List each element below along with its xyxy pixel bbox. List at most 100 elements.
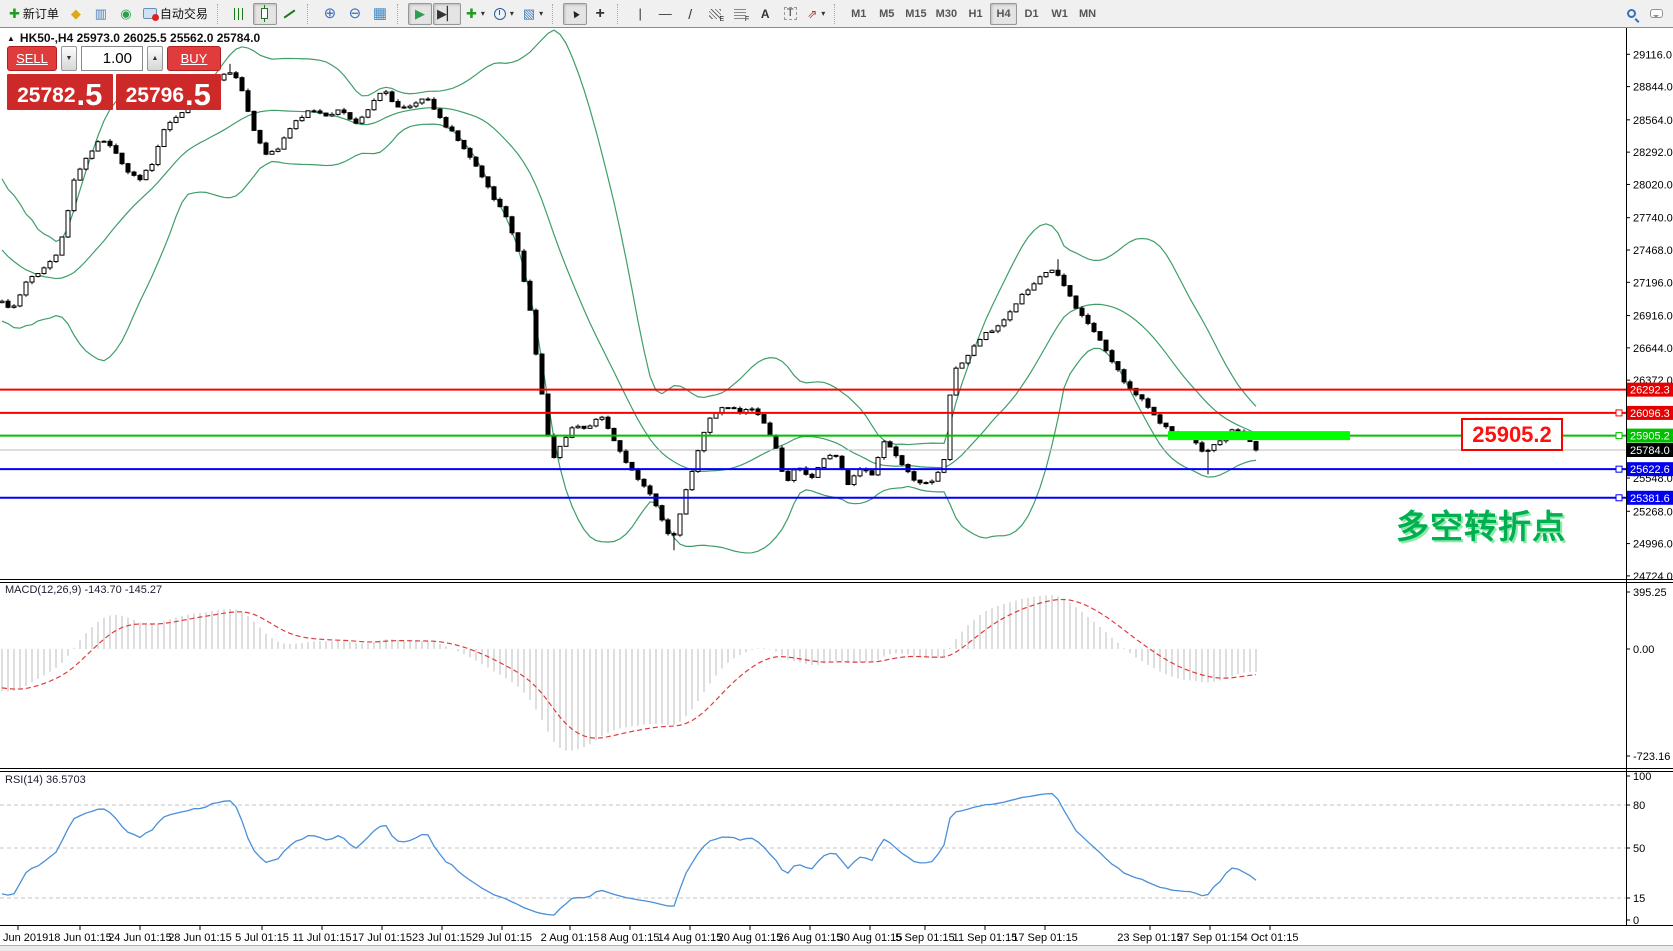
timeframe-button-d1[interactable]: D1 (1018, 3, 1045, 25)
fibonacci-button[interactable] (728, 3, 752, 25)
zoom-out-button[interactable]: ⊖ (343, 3, 367, 25)
line-handle[interactable] (1615, 409, 1623, 417)
search-button[interactable] (1619, 3, 1643, 25)
svg-text:26292.3: 26292.3 (1630, 385, 1670, 397)
toolbar-separator (552, 3, 558, 24)
horizontal-line-button[interactable]: — (653, 3, 677, 25)
toolbar-separator (216, 3, 223, 24)
text-label-button[interactable]: T (778, 3, 802, 25)
market-watch-button[interactable]: ◉ (114, 3, 138, 25)
cursor-button[interactable]: ▲ (563, 2, 588, 25)
chart-canvas[interactable]: 29116.0 28844.0 28564.0 28292.0 28020.0 27740… (0, 28, 1673, 951)
new-order-icon: ✚ (9, 6, 20, 21)
line-chart-button[interactable] (278, 3, 302, 25)
trendline-icon: / (688, 5, 693, 22)
cursor-icon: ▲ (567, 5, 583, 22)
highlight-bar[interactable] (1168, 431, 1350, 441)
line-handle[interactable] (1615, 494, 1623, 502)
candlestick-chart-icon (261, 5, 269, 22)
svg-text:11 Jul 01:15: 11 Jul 01:15 (292, 932, 351, 944)
auto-scroll-button[interactable]: ▶ (407, 2, 432, 25)
metaeditor-button[interactable]: ◆ (64, 3, 88, 25)
svg-text:28020.0: 28020.0 (1633, 179, 1673, 191)
svg-text:27740.0: 27740.0 (1633, 213, 1673, 225)
svg-text:395.25: 395.25 (1633, 587, 1667, 599)
template-icon: ▧ (522, 6, 536, 21)
volume-increase-button[interactable]: ▲ (147, 46, 163, 71)
svg-text:26644.0: 26644.0 (1633, 343, 1673, 355)
terminal-button[interactable]: ▥ (89, 3, 113, 25)
periods-button[interactable]: ▾ (490, 3, 518, 25)
svg-text:2 Aug 01:15: 2 Aug 01:15 (541, 932, 600, 944)
svg-text:25268.0: 25268.0 (1633, 506, 1673, 518)
community-icon (1649, 9, 1663, 18)
svg-text:27 Sep 01:15: 27 Sep 01:15 (1177, 932, 1242, 944)
caret-down-icon: ▾ (821, 9, 826, 18)
timeframe-button-m30[interactable]: M30 (932, 3, 961, 25)
caret-down-icon: ▾ (480, 9, 485, 18)
caret-down-icon: ▾ (539, 9, 544, 18)
equidistant-channel-button[interactable] (703, 3, 727, 25)
timeframe-button-h4[interactable]: H4 (990, 2, 1018, 25)
toolbar-separator (834, 3, 840, 24)
price-callout[interactable]: 25905.2 (1461, 418, 1563, 451)
templates-button[interactable]: ▧ ▾ (519, 3, 547, 25)
timeframe-button-h1[interactable]: H1 (962, 3, 989, 25)
zoom-out-icon: ⊖ (348, 5, 362, 22)
candlestick-chart-button[interactable] (252, 2, 277, 25)
trendline-button[interactable]: / (678, 3, 702, 25)
auto-trading-button[interactable]: 自动交易 (139, 3, 212, 25)
svg-text:23 Jul 01:15: 23 Jul 01:15 (412, 932, 472, 944)
svg-text:4 Oct 01:15: 4 Oct 01:15 (1242, 932, 1299, 944)
volume-input[interactable]: 1.00 (81, 46, 143, 71)
svg-text:17 Sep 01:15: 17 Sep 01:15 (1012, 932, 1077, 944)
svg-text:8 Aug 01:15: 8 Aug 01:15 (601, 932, 660, 944)
text-button[interactable]: A (753, 3, 777, 25)
collapse-arrow-icon[interactable]: ▲ (7, 34, 15, 43)
svg-text:20 Aug 01:15: 20 Aug 01:15 (718, 932, 783, 944)
buy-price-panel[interactable]: 25796.5 (115, 74, 221, 110)
timeframe-button-m15[interactable]: M15 (901, 3, 930, 25)
line-handle[interactable] (1615, 465, 1623, 473)
sell-price-panel[interactable]: 25782.5 (7, 74, 113, 110)
arrows-button[interactable]: ⇗ ▾ (803, 3, 829, 25)
zoom-in-icon: ⊕ (323, 5, 337, 22)
timeframe-button-m5[interactable]: M5 (873, 3, 900, 25)
community-button[interactable] (1644, 3, 1668, 25)
market-watch-icon: ◉ (120, 6, 132, 21)
chart-shift-button[interactable]: ▶▏ (432, 2, 461, 25)
macd-indicator-label: MACD(12,26,9) -143.70 -145.27 (5, 584, 163, 596)
svg-text:12 Jun 2019: 12 Jun 2019 (0, 932, 48, 944)
line-handle[interactable] (1615, 432, 1623, 440)
tile-windows-button[interactable]: ▦ (368, 3, 392, 25)
bar-chart-button[interactable] (228, 3, 252, 25)
auto-trading-icon (142, 8, 159, 21)
line-chart-icon (284, 8, 296, 19)
timeframe-button-w1[interactable]: W1 (1046, 3, 1073, 25)
timeframe-button-m1[interactable]: M1 (845, 3, 872, 25)
svg-text:23 Sep 01:15: 23 Sep 01:15 (1117, 932, 1182, 944)
indicators-button[interactable]: ✚ ▾ (462, 3, 489, 25)
chinese-annotation[interactable]: 多空转折点 (1396, 500, 1566, 548)
buy-button[interactable]: BUY (167, 46, 221, 71)
svg-text:24724.0: 24724.0 (1633, 571, 1673, 583)
vertical-line-icon: | (638, 6, 642, 21)
sell-button[interactable]: SELL (7, 46, 57, 71)
toolbar-separator (617, 3, 623, 24)
one-click-trading-panel: SELL ▼ 1.00 ▲ BUY 25782.5 25796.5 (7, 46, 221, 110)
svg-text:30 Aug 01:15: 30 Aug 01:15 (838, 932, 903, 944)
svg-text:-723.16: -723.16 (1633, 751, 1670, 763)
crosshair-button[interactable]: + (588, 3, 612, 25)
zoom-in-button[interactable]: ⊕ (318, 3, 342, 25)
svg-text:100: 100 (1633, 771, 1651, 783)
vertical-line-button[interactable]: | (628, 3, 652, 25)
volume-decrease-button[interactable]: ▼ (61, 46, 77, 71)
svg-text:27468.0: 27468.0 (1633, 245, 1673, 257)
svg-text:29116.0: 29116.0 (1633, 49, 1672, 61)
new-order-button[interactable]: ✚ 新订单 (5, 3, 63, 25)
svg-text:25905.2: 25905.2 (1630, 431, 1670, 443)
svg-text:17 Jul 01:15: 17 Jul 01:15 (352, 932, 412, 944)
timeframe-button-mn[interactable]: MN (1074, 3, 1101, 25)
svg-text:5 Jul 01:15: 5 Jul 01:15 (235, 932, 289, 944)
text-label-icon: T (783, 7, 797, 20)
